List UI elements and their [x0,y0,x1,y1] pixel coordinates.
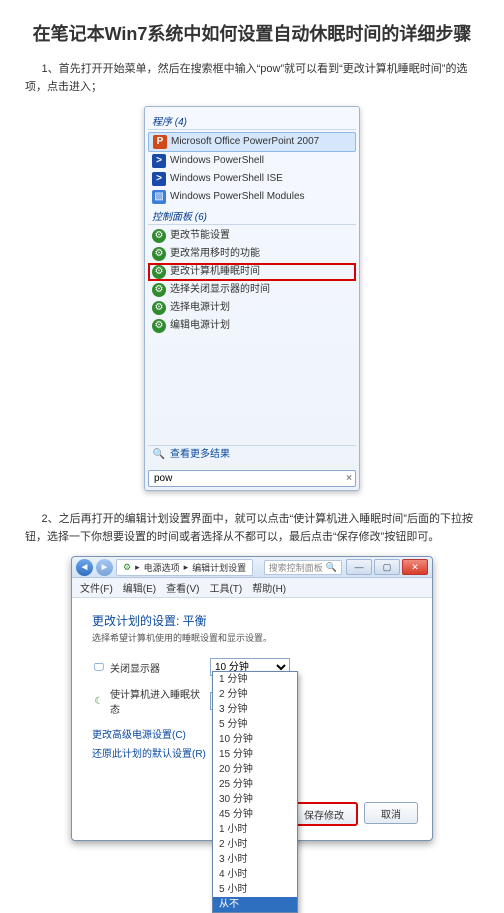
program-label: Windows PowerShell ISE [170,172,283,186]
program-item[interactable]: P Microsoft Office PowerPoint 2007 [148,132,356,152]
program-item[interactable]: ▧ Windows PowerShell Modules [148,188,356,206]
power-icon: ⚙ [123,562,131,573]
dropdown-option[interactable]: 4 小时 [213,867,297,882]
dropdown-option[interactable]: 45 分钟 [213,807,297,822]
menu-edit[interactable]: 编辑(E) [123,580,156,595]
control-panel-window: ◄ ► ⚙ ▸ 电源选项 ▸ 编辑计划设置 搜索控制面板 🔍 — ▢ [71,556,433,841]
breadcrumb[interactable]: ⚙ ▸ 电源选项 ▸ 编辑计划设置 [116,559,253,576]
cpanel-label: 更改计算机睡眠时间 [170,265,260,279]
start-menu-panel: 程序 (4) P Microsoft Office PowerPoint 200… [144,106,360,491]
field-label: 关闭显示器 [110,660,160,675]
power-icon: ⚙ [152,247,166,261]
titlebar-search[interactable]: 搜索控制面板 🔍 [264,560,342,575]
sleep-dropdown-open[interactable]: 1 分钟2 分钟3 分钟5 分钟10 分钟15 分钟20 分钟25 分钟30 分… [212,671,298,913]
minimize-button[interactable]: — [346,559,372,575]
cpanel-item[interactable]: ⚙ 更改节能设置 [148,227,356,245]
dialog-buttons: 保存修改 取消 [290,802,418,826]
cpanel-item[interactable]: ⚙ 选择电源计划 [148,299,356,317]
dropdown-option[interactable]: 25 分钟 [213,777,297,792]
clear-search-icon[interactable]: × [346,473,352,484]
sleep-icon: ☾ [92,694,106,708]
step-text-1: 1、首先打开开始菜单，然后在搜索框中输入“pow”就可以看到“更改计算机睡眠时间… [25,61,479,96]
figure-2: ◄ ► ⚙ ▸ 电源选项 ▸ 编辑计划设置 搜索控制面板 🔍 — ▢ [25,556,479,841]
cpanel-item[interactable]: ⚙ 更改常用移时的功能 [148,245,356,263]
dropdown-option[interactable]: 3 小时 [213,852,297,867]
menu-tools[interactable]: 工具(T) [209,580,242,595]
cpanel-label: 更改常用移时的功能 [170,247,260,261]
program-label: Windows PowerShell Modules [170,190,305,204]
cpanel-item-highlighted[interactable]: ⚙ 更改计算机睡眠时间 [148,263,356,281]
program-item[interactable]: > Windows PowerShell [148,152,356,170]
module-icon: ▧ [152,190,166,204]
cpanel-item[interactable]: ⚙ 编辑电源计划 [148,317,356,335]
window-titlebar: ◄ ► ⚙ ▸ 电源选项 ▸ 编辑计划设置 搜索控制面板 🔍 — ▢ [72,557,432,578]
power-icon: ⚙ [152,301,166,315]
menu-view[interactable]: 查看(V) [166,580,199,595]
power-icon: ⚙ [152,265,166,279]
dropdown-option[interactable]: 2 分钟 [213,687,297,702]
save-button[interactable]: 保存修改 [290,802,358,826]
cpanel-label: 选择关闭显示器的时间 [170,283,270,297]
nav-back-button[interactable]: ◄ [76,559,93,576]
window-body: 更改计划的设置: 平衡 选择希望计算机使用的睡眠设置和显示设置。 🖵 关闭显示器… [72,598,432,840]
dropdown-option[interactable]: 从不 [213,897,297,912]
menu-bar: 文件(F) 编辑(E) 查看(V) 工具(T) 帮助(H) [72,578,432,598]
powerpoint-icon: P [153,135,167,149]
dropdown-option[interactable]: 2 小时 [213,837,297,852]
program-label: Windows PowerShell [170,154,264,168]
menu-file[interactable]: 文件(F) [80,580,113,595]
window-controls: — ▢ ✕ [346,559,428,575]
maximize-button[interactable]: ▢ [374,559,400,575]
start-search-input[interactable] [152,472,346,485]
display-icon: 🖵 [92,660,106,674]
plan-subtitle: 选择希望计算机使用的睡眠设置和显示设置。 [92,631,412,644]
dropdown-option[interactable]: 5 分钟 [213,717,297,732]
dropdown-option[interactable]: 1 小时 [213,822,297,837]
cpanel-item[interactable]: ⚙ 选择关闭显示器的时间 [148,281,356,299]
close-button[interactable]: ✕ [402,559,428,575]
program-label: Microsoft Office PowerPoint 2007 [171,135,319,149]
dropdown-option[interactable]: 20 分钟 [213,762,297,777]
search-icon: 🔍 [326,562,337,573]
start-search-box[interactable]: × [148,470,356,487]
page-title: 在笔记本Win7系统中如何设置自动休眠时间的详细步骤 [25,20,479,46]
cpanel-label: 编辑电源计划 [170,319,230,333]
dropdown-option[interactable]: 30 分钟 [213,792,297,807]
step-text-2: 2、之后再打开的编辑计划设置界面中，就可以点击“使计算机进入睡眠时间”后面的下拉… [25,511,479,546]
power-icon: ⚙ [152,319,166,333]
section-programs-header: 程序 (4) [148,111,356,130]
figure-1: 程序 (4) P Microsoft Office PowerPoint 200… [25,106,479,491]
menu-help[interactable]: 帮助(H) [252,580,286,595]
field-label: 使计算机进入睡眠状态 [110,686,202,716]
search-more-icon: 🔍 [152,448,166,462]
dropdown-option[interactable]: 1 分钟 [213,672,297,687]
plan-title: 更改计划的设置: 平衡 [92,612,412,629]
dropdown-option[interactable]: 10 分钟 [213,732,297,747]
cancel-button[interactable]: 取消 [364,802,418,824]
dropdown-option[interactable]: 3 分钟 [213,702,297,717]
powershell-icon: > [152,172,166,186]
section-cpanel-header: 控制面板 (6) [148,206,356,225]
power-icon: ⚙ [152,283,166,297]
cpanel-label: 更改节能设置 [170,229,230,243]
dropdown-option[interactable]: 15 分钟 [213,747,297,762]
power-icon: ⚙ [152,229,166,243]
powershell-icon: > [152,154,166,168]
dropdown-option[interactable]: 5 小时 [213,882,297,897]
program-item[interactable]: > Windows PowerShell ISE [148,170,356,188]
cpanel-label: 选择电源计划 [170,301,230,315]
see-more-results[interactable]: 🔍 查看更多结果 [148,445,356,464]
nav-forward-button[interactable]: ► [96,559,113,576]
